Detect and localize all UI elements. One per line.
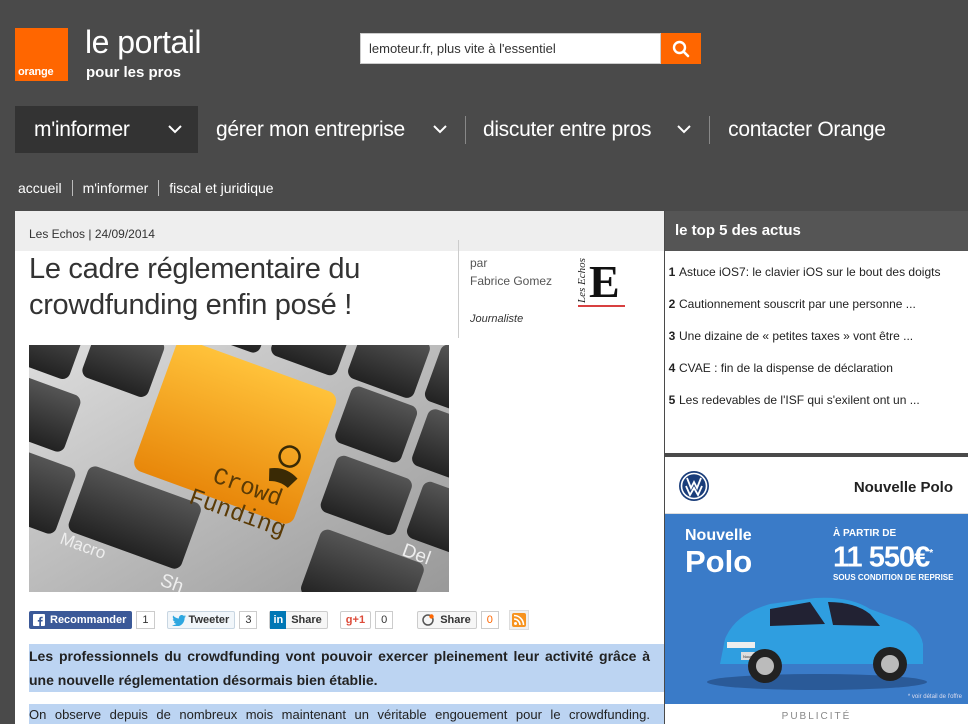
gplus-label: +1 — [352, 614, 366, 626]
top5-title: le top 5 des actus — [675, 222, 801, 239]
top5-item[interactable]: 1 Astuce iOS7: le clavier iOS sur le bout… — [665, 265, 968, 297]
search-icon — [672, 40, 690, 57]
top5-item[interactable]: 5 Les redevables de l'ISF qui s'exilent o… — [665, 393, 968, 425]
breadcrumb-divider — [158, 180, 160, 196]
logo-text: orange — [18, 66, 54, 78]
ad-brand-name: Nouvelle Polo — [853, 479, 953, 496]
chevron-down-icon — [168, 125, 182, 134]
chevron-down-icon — [677, 125, 691, 134]
article-image: Macro Del Sh Crowd Funding — [29, 345, 449, 592]
breadcrumb-minformer[interactable]: m'informer — [83, 180, 149, 196]
linkedin-share-button[interactable]: in Share — [269, 611, 328, 629]
nav-label: m'informer — [34, 117, 130, 141]
top5-num: 2 — [668, 297, 676, 311]
top5-item[interactable]: 4 CVAE : fin de la dispense de déclaratio… — [665, 361, 968, 393]
facebook-icon — [33, 614, 45, 626]
nav-label: contacter Orange — [728, 117, 886, 141]
vw-logo-icon — [679, 471, 709, 501]
nav-item-minformer[interactable]: m'informer — [15, 106, 198, 153]
gplus-count: 0 — [375, 611, 394, 629]
top5-link[interactable]: Cautionnement souscrit par une personne … — [679, 297, 916, 311]
nav-label: gérer mon entreprise — [216, 117, 405, 141]
ad-visual: Nouvelle Polo À PARTIR DE 11 550€* SOUS … — [665, 514, 968, 704]
article-lead-text: Les professionnels du crowdfunding vont … — [29, 648, 650, 688]
share-label: Share — [440, 614, 471, 626]
google-plus-button[interactable]: g +1 — [339, 611, 372, 629]
ad-label: PUBLICITÉ — [781, 711, 852, 722]
ad-fine-print: * voir détail de l'offre — [907, 694, 962, 700]
breadcrumb: accueil m'informer fiscal et juridique — [18, 180, 274, 196]
social-share-bar: Recommander 1 Tweeter 3 in Share g +1 0 S… — [29, 608, 529, 632]
linkedin-icon: in — [270, 611, 287, 629]
ad-header: Nouvelle Polo — [665, 457, 968, 514]
twitter-label: Tweeter — [188, 614, 230, 626]
article-body: On observe depuis de nombreux mois maint… — [29, 704, 664, 724]
facebook-recommend-button[interactable]: Recommander — [29, 611, 133, 629]
article-panel: Les Echos | 24/09/2014 Le cadre réglemen… — [15, 211, 664, 724]
top5-num: 4 — [668, 361, 676, 375]
article-body-text: On observe depuis de nombreux mois maint… — [29, 707, 650, 722]
top5-list: 1 Astuce iOS7: le clavier iOS sur le bout… — [665, 251, 968, 453]
nav-item-gerer[interactable]: gérer mon entreprise — [198, 106, 465, 153]
svg-text:E: E — [589, 256, 620, 307]
top5-num: 1 — [668, 265, 676, 279]
twitter-bird-icon — [171, 614, 186, 626]
top5-item[interactable]: 3 Une dizaine de « petites taxes » vont ê… — [665, 329, 968, 361]
share-count: 0 — [480, 611, 499, 629]
share-icon — [422, 614, 434, 626]
author-role: Journaliste — [470, 313, 524, 325]
breadcrumb-fiscal[interactable]: fiscal et juridique — [169, 180, 273, 196]
article-source-date: Les Echos | 24/09/2014 — [29, 227, 155, 241]
rss-icon[interactable] — [508, 610, 529, 630]
google-plus-icon: g — [345, 614, 353, 626]
top5-item[interactable]: 2 Cautionnement souscrit par une personne… — [665, 297, 968, 329]
car-image: Nouvelle Polo — [707, 597, 927, 690]
top5-header: le top 5 des actus — [665, 211, 968, 251]
breadcrumb-accueil[interactable]: accueil — [18, 180, 62, 196]
author-prefix: par — [470, 256, 488, 270]
top5-link[interactable]: CVAE : fin de la dispense de déclaration — [679, 361, 893, 375]
svg-text:Les Echos: Les Echos — [576, 258, 588, 304]
top5-num: 3 — [668, 329, 676, 343]
breadcrumb-divider — [71, 180, 73, 196]
orange-logo[interactable]: orange — [15, 28, 68, 81]
search-button[interactable] — [661, 33, 701, 64]
addthis-share-button[interactable]: Share — [417, 611, 477, 629]
advertisement[interactable]: Nouvelle Polo Nouvelle Polo À PARTIR DE … — [665, 457, 968, 724]
article-title: Le cadre réglementaire du crowdfunding e… — [29, 253, 361, 321]
nav-item-contacter[interactable]: contacter Orange — [710, 106, 886, 153]
search-input[interactable] — [360, 33, 661, 64]
linkedin-label: Share — [291, 614, 322, 626]
author-name[interactable]: Fabrice Gomez — [470, 272, 552, 290]
article-lead: Les professionnels du crowdfunding vont … — [29, 644, 664, 692]
nav-item-discuter[interactable]: discuter entre pros — [466, 106, 709, 153]
twitter-count: 3 — [239, 611, 258, 629]
author-block: par Fabrice Gomez — [470, 254, 552, 290]
top5-link[interactable]: Une dizaine de « petites taxes » vont êt… — [679, 329, 913, 343]
facebook-count: 1 — [136, 611, 155, 629]
portal-title[interactable]: le portail — [85, 24, 201, 61]
article-meta-bar: Les Echos | 24/09/2014 — [15, 211, 664, 251]
crowdfunding-keyboard-image: Macro Del Sh Crowd Funding — [29, 345, 449, 592]
facebook-label: Recommander — [50, 614, 127, 626]
author-divider — [458, 240, 459, 338]
top5-link[interactable]: Astuce iOS7: le clavier iOS sur le bout … — [679, 265, 940, 279]
nav-label: discuter entre pros — [482, 117, 652, 141]
tweet-button[interactable]: Tweeter — [166, 611, 236, 629]
top5-link[interactable]: Les redevables de l'ISF qui s'exilent on… — [679, 393, 920, 407]
main-nav: m'informer gérer mon entreprise discuter… — [15, 106, 886, 153]
top5-num: 5 — [668, 393, 676, 407]
les-echos-logo: Les Echos E — [576, 256, 625, 307]
search-bar — [360, 33, 701, 64]
portal-subtitle: pour les pros — [86, 64, 182, 81]
chevron-down-icon — [433, 125, 447, 134]
